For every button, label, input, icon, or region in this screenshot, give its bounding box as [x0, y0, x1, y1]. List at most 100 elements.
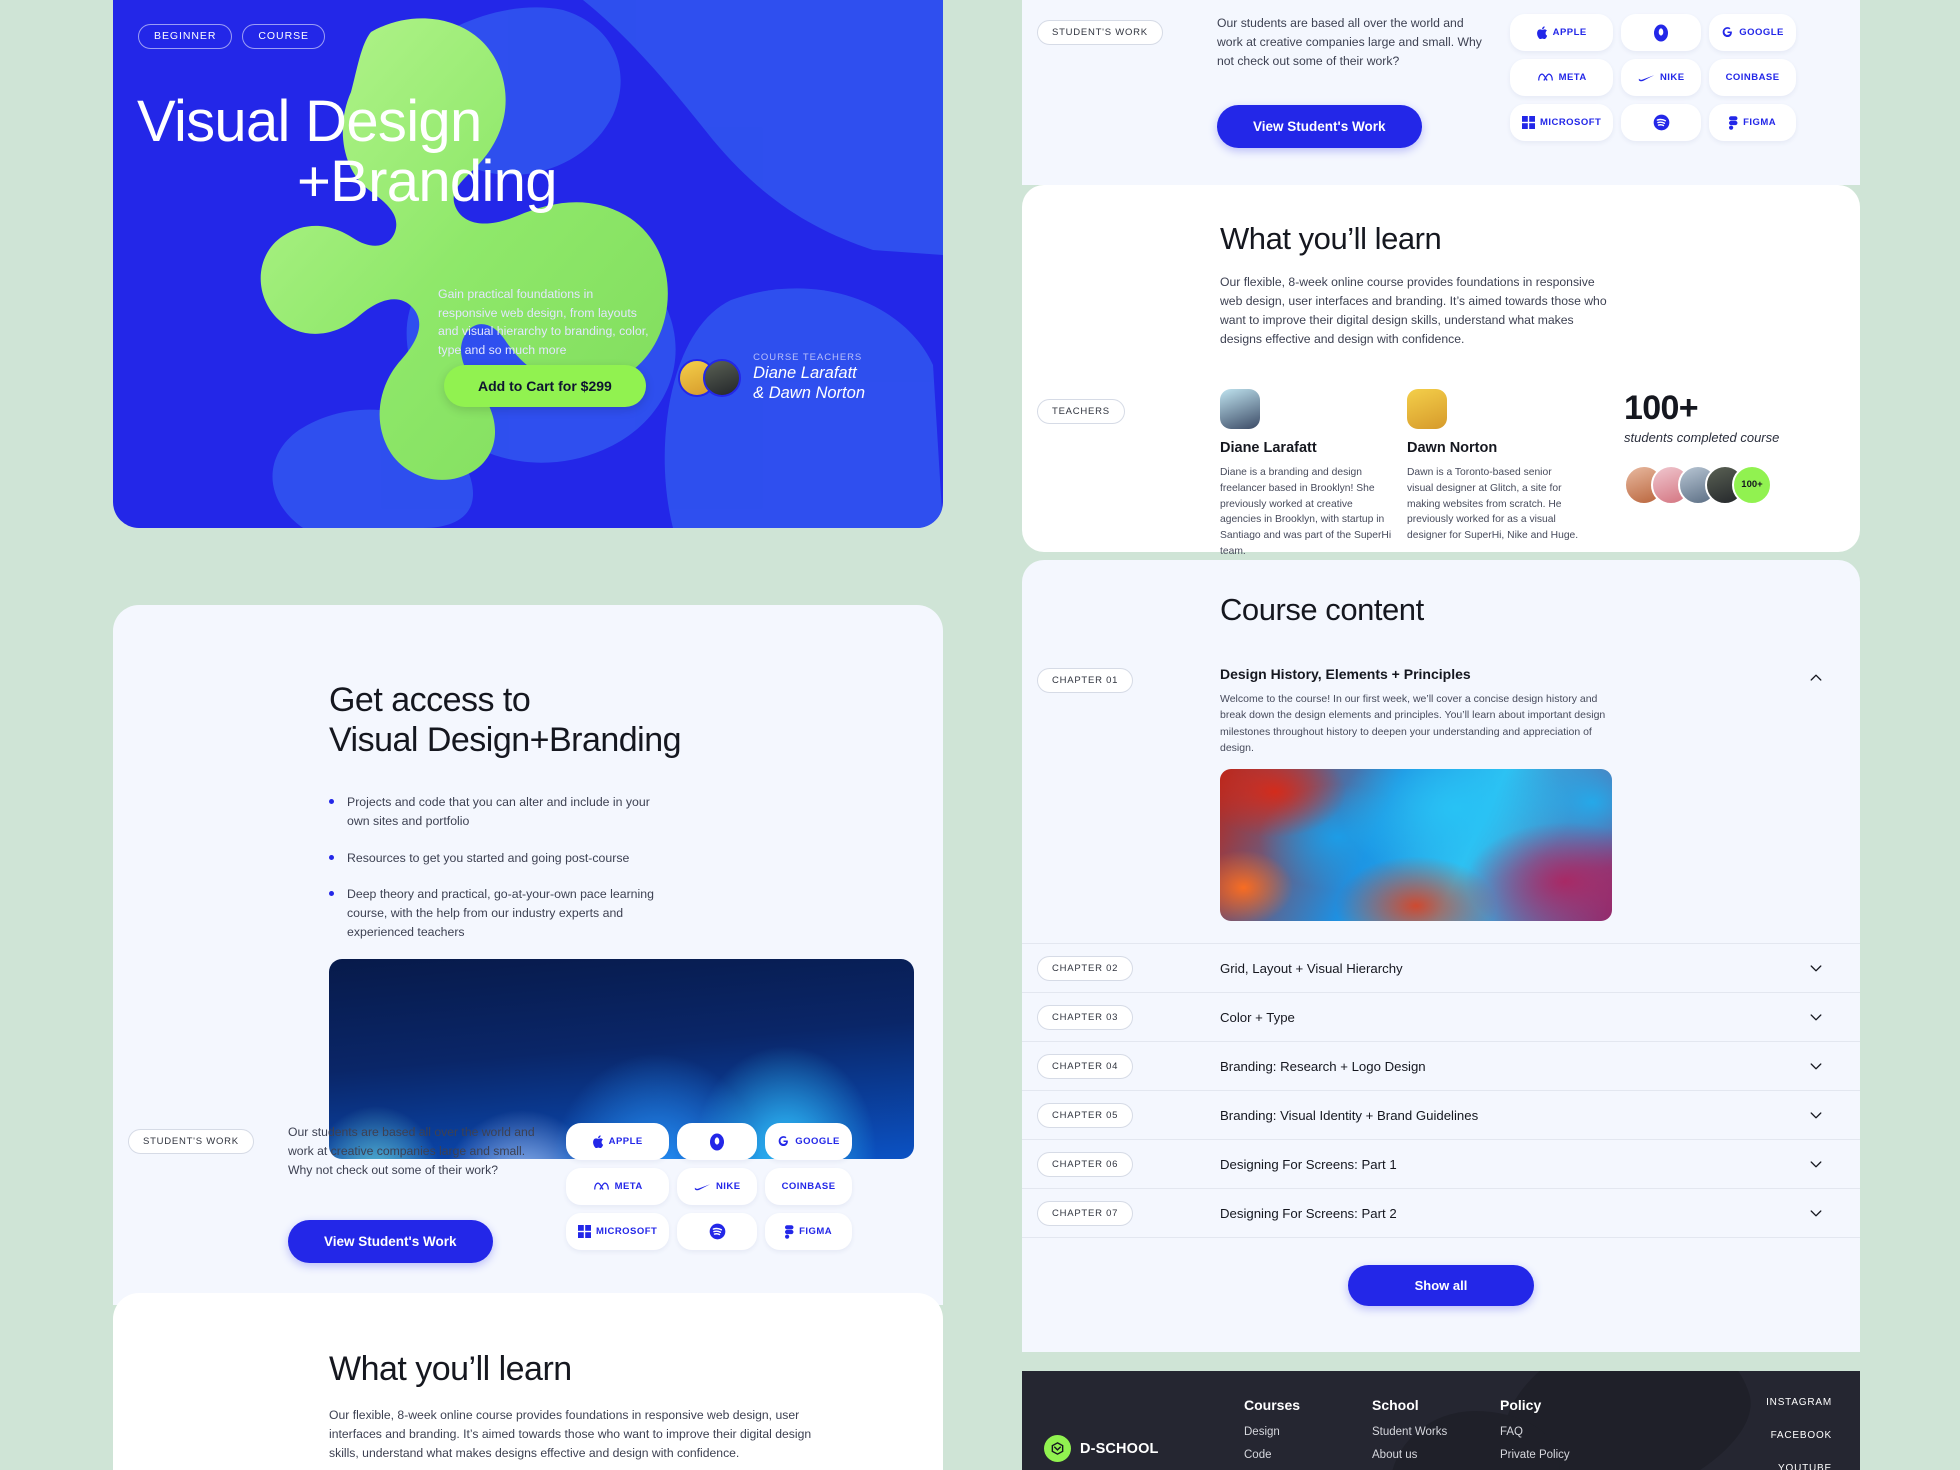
- teacher-name: Dawn Norton: [1407, 439, 1498, 456]
- teacher-bio: Diane is a branding and design freelance…: [1220, 466, 1392, 558]
- logo-chip-microsoft[interactable]: MICROSOFT: [1510, 104, 1614, 141]
- avatar-overflow-count: 100+: [1732, 464, 1772, 505]
- table-row[interactable]: CHAPTER 03 Color + Type: [1022, 993, 1860, 1043]
- logo-chip-figma[interactable]: FIGMA: [1709, 104, 1796, 141]
- chapter-badge: CHAPTER 06: [1037, 1151, 1134, 1177]
- site-footer: D-SCHOOL Courses Design Code Marketing S…: [1022, 1371, 1860, 1470]
- nike-swoosh-icon: [1638, 74, 1655, 81]
- logo-label: APPLE: [1552, 27, 1587, 38]
- logo-chip-figma[interactable]: FIGMA: [765, 1213, 852, 1250]
- chapter-title: Design History, Elements + Principles: [1220, 666, 1471, 682]
- hero-background-blobs: [260, 0, 943, 528]
- spotify-icon: [709, 1223, 726, 1240]
- view-students-work-button-right[interactable]: View Student's Work: [1217, 104, 1422, 148]
- footer-link[interactable]: FAQ: [1500, 1426, 1628, 1438]
- footer-link[interactable]: Design: [1244, 1426, 1372, 1438]
- chapter-toggle[interactable]: [1808, 1205, 1860, 1221]
- table-row[interactable]: CHAPTER 06 Designing For Screens: Part 1: [1022, 1140, 1860, 1190]
- teacher-name: Diane Larafatt: [1220, 439, 1317, 456]
- hero-badges: BEGINNER COURSE: [138, 24, 325, 49]
- logo-chip-apple[interactable]: APPLE: [1510, 14, 1614, 51]
- view-students-work-button[interactable]: View Student's Work: [288, 1219, 493, 1263]
- course-content-section: Course content CHAPTER 01 Design History…: [1022, 560, 1860, 1352]
- chapter-badge: CHAPTER 01: [1037, 668, 1134, 693]
- avatar: [1407, 388, 1447, 429]
- hero-title-line1: Visual Design: [137, 89, 482, 154]
- list-item: Resources to get you started and going p…: [329, 849, 659, 868]
- hero-subtitle: Gain practical foundations in responsive…: [438, 287, 649, 358]
- logo-chip-apple[interactable]: APPLE: [566, 1123, 670, 1160]
- chapter-toggle[interactable]: [1808, 960, 1860, 976]
- logo-chip-google[interactable]: GOOGLE: [765, 1123, 852, 1160]
- footer-column-title: School: [1372, 1397, 1419, 1413]
- logo-chip-coinbase[interactable]: COINBASE: [765, 1168, 852, 1205]
- chapter-badge: CHAPTER 04: [1037, 1053, 1134, 1079]
- add-to-cart-button[interactable]: Add to Cart for $299: [444, 365, 646, 407]
- logo-chip-meta[interactable]: META: [1510, 59, 1614, 96]
- d-school-logo-icon: [1044, 1435, 1071, 1462]
- chapter-toggle-expanded[interactable]: [1808, 666, 1860, 921]
- chapter-toggle[interactable]: [1808, 1058, 1860, 1074]
- google-icon: [1722, 27, 1733, 38]
- learn-heading-right: What you’ll learn: [1220, 221, 1442, 256]
- chapter-row-expanded[interactable]: CHAPTER 01 Design History, Elements + Pr…: [1022, 666, 1860, 943]
- table-row[interactable]: CHAPTER 05 Branding: Visual Identity + B…: [1022, 1091, 1860, 1141]
- learn-heading-left: What you’ll learn: [329, 1350, 572, 1388]
- table-row[interactable]: CHAPTER 02 Grid, Layout + Visual Hierarc…: [1022, 944, 1860, 994]
- students-stat-block: 100+ students completed course 100+: [1624, 389, 1779, 561]
- logo-chip-nike[interactable]: NIKE: [677, 1168, 758, 1205]
- social-link-facebook[interactable]: FACEBOOK: [1766, 1430, 1832, 1441]
- learn-description-right: Our flexible, 8-week online course provi…: [1220, 275, 1607, 346]
- spotify-icon: [1653, 114, 1670, 131]
- footer-logo[interactable]: D-SCHOOL: [1044, 1397, 1244, 1470]
- teacher-bio: Dawn is a Toronto-based senior visual de…: [1407, 466, 1579, 542]
- chevron-down-icon: [1810, 1063, 1822, 1070]
- badge-type[interactable]: COURSE: [242, 24, 325, 49]
- left-column: BEGINNER COURSE Visual Design +Branding …: [113, 0, 943, 1470]
- logo-label: FIGMA: [799, 1226, 833, 1237]
- social-link-youtube[interactable]: YOUTUBE: [1766, 1463, 1832, 1470]
- social-link-instagram[interactable]: INSTAGRAM: [1766, 1397, 1832, 1408]
- footer-link[interactable]: Student Works: [1372, 1426, 1500, 1438]
- show-all-button[interactable]: Show all: [1348, 1265, 1534, 1307]
- teachers-badge: TEACHERS: [1037, 398, 1125, 424]
- footer-link[interactable]: About us: [1372, 1449, 1500, 1461]
- chapter-toggle[interactable]: [1808, 1009, 1860, 1025]
- logo-chip-microsoft[interactable]: MICROSOFT: [566, 1213, 670, 1250]
- figma-icon: [785, 1224, 794, 1239]
- table-row[interactable]: CHAPTER 07 Designing For Screens: Part 2: [1022, 1189, 1860, 1239]
- badge-level[interactable]: BEGINNER: [138, 24, 233, 49]
- footer-column-school: School Student Works About us Our Blog: [1372, 1397, 1500, 1470]
- footer-link[interactable]: Private Policy: [1500, 1449, 1628, 1461]
- avatar: [703, 358, 742, 397]
- chevron-down-icon: [1810, 1112, 1822, 1119]
- logo-chip-coinbase[interactable]: COINBASE: [1709, 59, 1796, 96]
- footer-column-courses: Courses Design Code Marketing: [1244, 1397, 1372, 1470]
- logo-chip-drop[interactable]: [1621, 14, 1702, 51]
- logo-chip-meta[interactable]: META: [566, 1168, 670, 1205]
- hero-section: BEGINNER COURSE Visual Design +Branding …: [113, 0, 943, 528]
- access-heading-line2: Visual Design+Branding: [329, 721, 682, 760]
- logo-label: MICROSOFT: [1540, 117, 1602, 128]
- chapter-toggle[interactable]: [1808, 1156, 1860, 1172]
- chapter-toggle[interactable]: [1808, 1107, 1860, 1123]
- access-heading-line1: Get access to: [329, 681, 531, 719]
- company-logo-grid: APPLE GOOGLE META NIKE COINBASE MICROSOF…: [566, 1123, 852, 1250]
- chapter-description: Welcome to the course! In our first week…: [1220, 693, 1606, 754]
- table-row[interactable]: CHAPTER 04 Branding: Research + Logo Des…: [1022, 1042, 1860, 1092]
- logo-chip-spotify[interactable]: [677, 1213, 758, 1250]
- footer-link[interactable]: Code: [1244, 1449, 1372, 1461]
- nike-swoosh-icon: [694, 1183, 711, 1190]
- students-work-badge: STUDENT'S WORK: [128, 1129, 254, 1154]
- students-work-badge-right: STUDENT'S WORK: [1037, 20, 1163, 45]
- logo-chip-drop[interactable]: [677, 1123, 758, 1160]
- logo-chip-spotify[interactable]: [1621, 104, 1702, 141]
- logo-chip-nike[interactable]: NIKE: [1621, 59, 1702, 96]
- access-bullet-list: Projects and code that you can alter and…: [329, 793, 825, 941]
- list-item: Deep theory and practical, go-at-your-ow…: [329, 885, 659, 941]
- logo-chip-google[interactable]: GOOGLE: [1709, 14, 1796, 51]
- chapter-title: Designing For Screens: Part 2: [1220, 1205, 1397, 1221]
- teacher-name-2: & Dawn Norton: [753, 384, 865, 403]
- stat-label: students completed course: [1624, 429, 1780, 445]
- what-you-learn-section-left: What you’ll learn Our flexible, 8-week o…: [113, 1293, 943, 1470]
